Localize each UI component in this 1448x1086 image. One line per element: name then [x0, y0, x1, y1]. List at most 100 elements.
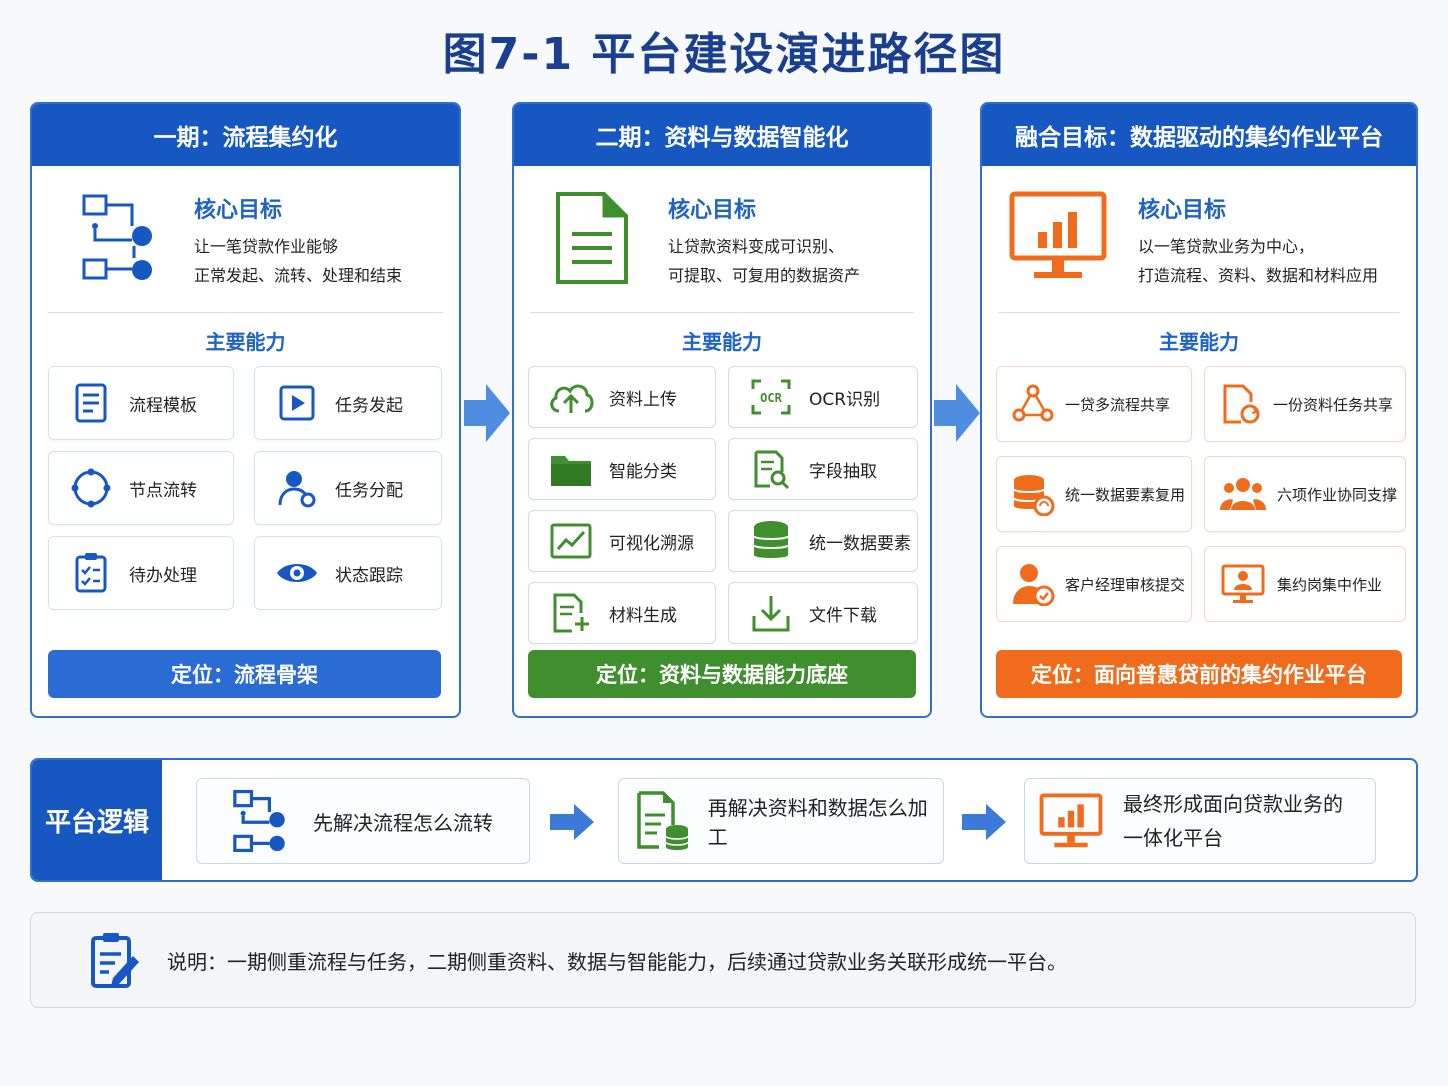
download-icon [747, 589, 795, 637]
phase-3-header: 融合目标：数据驱动的集约作业平台 [982, 104, 1416, 166]
phase-1-positioning: 定位：流程骨架 [48, 650, 441, 698]
clipboard-edit-icon [87, 930, 143, 990]
capability-label: 流程模板 [129, 395, 197, 416]
database-icon [747, 517, 795, 565]
capability-label: 文件下载 [809, 605, 877, 626]
capability-label: OCR识别 [809, 389, 881, 410]
phase-3-goal-text: 以一笔贷款业务为中心， 打造流程、资料、数据和材料应用 [1138, 232, 1416, 290]
capability-label: 智能分类 [609, 461, 677, 482]
cloud-upload-icon [547, 373, 595, 421]
arrow-right-icon [550, 804, 594, 840]
capability-card: 资料上传 [528, 366, 716, 428]
phase-2-goal-title: 核心目标 [668, 198, 757, 223]
goal-line: 让一笔贷款作业能够 [194, 237, 339, 256]
capability-card: 节点流转 [48, 451, 234, 525]
goal-line: 让贷款资料变成可识别、 [668, 237, 845, 256]
capability-card: 六项作业协同支撑 [1204, 456, 1406, 532]
phase-1-goal-text: 让一笔贷款作业能够 正常发起、流转、处理和结束 [194, 232, 459, 290]
goal-line: 正常发起、流转、处理和结束 [194, 266, 403, 285]
divider [48, 312, 443, 313]
capability-label: 待办处理 [129, 565, 197, 586]
field-extract-icon [747, 445, 795, 493]
line-chart-icon [547, 517, 595, 565]
phase-1-goal: 核心目标 让一笔贷款作业能够 正常发起、流转、处理和结束 [32, 166, 459, 306]
capability-card: 可视化溯源 [528, 510, 716, 572]
capability-label: 一贷多流程共享 [1065, 395, 1171, 414]
capability-card: 智能分类 [528, 438, 716, 500]
phase-1-panel: 一期：流程集约化 核心目标 让一笔贷款作业能够 正常发起、流转、处理和结束 主要… [30, 102, 461, 718]
phase-2-panel: 二期：资料与数据智能化 核心目标 让贷款资料变成可识别、 可提取、可复用的数据资… [512, 102, 932, 718]
document-icon [546, 188, 646, 288]
share-nodes-icon [1011, 380, 1055, 428]
platform-logic-header: 平台逻辑 [32, 760, 162, 880]
document-sync-icon [1219, 380, 1263, 428]
checklist-icon [67, 549, 115, 597]
note-panel: 说明：一期侧重流程与任务，二期侧重资料、数据与智能能力，后续通过贷款业务关联形成… [30, 912, 1416, 1008]
capability-card: 材料生成 [528, 582, 716, 644]
monitor-chart-icon [1008, 188, 1108, 288]
capability-card: 一份资料任务共享 [1204, 366, 1406, 442]
logic-final-line: 最终形成面向贷款业务的 [1123, 792, 1343, 816]
phase-3-goal: 核心目标 以一笔贷款业务为中心， 打造流程、资料、数据和材料应用 [982, 166, 1416, 306]
goal-line: 以一笔贷款业务为中心， [1138, 237, 1315, 256]
capability-card: 任务发起 [254, 366, 442, 440]
capability-label: 统一数据要素 [809, 533, 911, 554]
folder-icon [547, 445, 595, 493]
capability-label: 统一数据要素复用 [1065, 485, 1186, 504]
divider [998, 312, 1400, 313]
capability-label: 材料生成 [609, 605, 677, 626]
goal-line: 可提取、可复用的数据资产 [668, 266, 861, 285]
ocr-scan-icon: OCR [747, 373, 795, 421]
phase-2-goal-text: 让贷款资料变成可识别、 可提取、可复用的数据资产 [668, 232, 930, 290]
capability-card: 任务分配 [254, 451, 442, 525]
capability-label: 可视化溯源 [609, 533, 694, 554]
phase-2-goal: 核心目标 让贷款资料变成可识别、 可提取、可复用的数据资产 [514, 166, 930, 306]
team-icon [1219, 470, 1267, 518]
capability-card: 一贷多流程共享 [996, 366, 1192, 442]
logic-final-line: 一体化平台 [1123, 826, 1223, 850]
capability-label: 客户经理审核提交 [1065, 575, 1186, 594]
capability-label: 资料上传 [609, 389, 677, 410]
note-text: 说明：一期侧重流程与任务，二期侧重资料、数据与智能能力，后续通过贷款业务关联形成… [167, 949, 1067, 974]
capability-card: 文件下载 [728, 582, 918, 644]
eye-icon [273, 549, 321, 597]
capability-card: 统一数据要素 [728, 510, 918, 572]
divider [530, 312, 914, 313]
capability-card: OCR OCR识别 [728, 366, 918, 428]
capability-label: 任务分配 [335, 480, 403, 501]
capability-label: 六项作业协同支撑 [1277, 485, 1398, 504]
logic-step-label: 先解决流程怎么流转 [313, 810, 493, 835]
database-sync-icon [1011, 470, 1055, 518]
flowchart-icon [231, 789, 295, 853]
arrow-right-icon [464, 384, 510, 442]
arrow-right-icon [934, 384, 980, 442]
logic-step-platform: 最终形成面向贷款业务的 一体化平台 [1024, 778, 1376, 864]
flowchart-icon [72, 188, 172, 288]
document-database-icon [633, 789, 696, 853]
capability-label: 集约岗集中作业 [1277, 575, 1383, 594]
arrow-right-icon [962, 804, 1006, 840]
template-icon [67, 379, 115, 427]
goal-line: 打造流程、资料、数据和材料应用 [1138, 266, 1379, 285]
play-icon [273, 379, 321, 427]
cycle-icon [67, 464, 115, 512]
capability-card: 统一数据要素复用 [996, 456, 1192, 532]
capability-label: 节点流转 [129, 480, 197, 501]
logic-step-data: 再解决资料和数据怎么加工 [618, 778, 944, 864]
capability-label: 状态跟踪 [335, 565, 403, 586]
phase-1-header: 一期：流程集约化 [32, 104, 459, 166]
phase-3-capabilities-title: 主要能力 [1159, 330, 1239, 354]
phase-2-positioning: 定位：资料与数据能力底座 [528, 650, 916, 698]
user-check-icon [1011, 560, 1055, 608]
logic-final-text: 最终形成面向贷款业务的 一体化平台 [1123, 787, 1343, 855]
logic-step-flow: 先解决流程怎么流转 [196, 778, 530, 864]
capability-card: 待办处理 [48, 536, 234, 610]
platform-logic-panel: 平台逻辑 先解决流程怎么流转 再解决资料和数据怎么加工 最终形成面向贷款业务的 … [30, 758, 1418, 882]
capability-card: 流程模板 [48, 366, 234, 440]
document-add-icon [547, 589, 595, 637]
capability-card: 状态跟踪 [254, 536, 442, 610]
capability-card: 客户经理审核提交 [996, 546, 1192, 622]
phase-3-panel: 融合目标：数据驱动的集约作业平台 核心目标 以一笔贷款业务为中心， 打造流程、资… [980, 102, 1418, 718]
page-title: 图7-1 平台建设演进路径图 [442, 29, 1006, 80]
capability-card: 集约岗集中作业 [1204, 546, 1406, 622]
